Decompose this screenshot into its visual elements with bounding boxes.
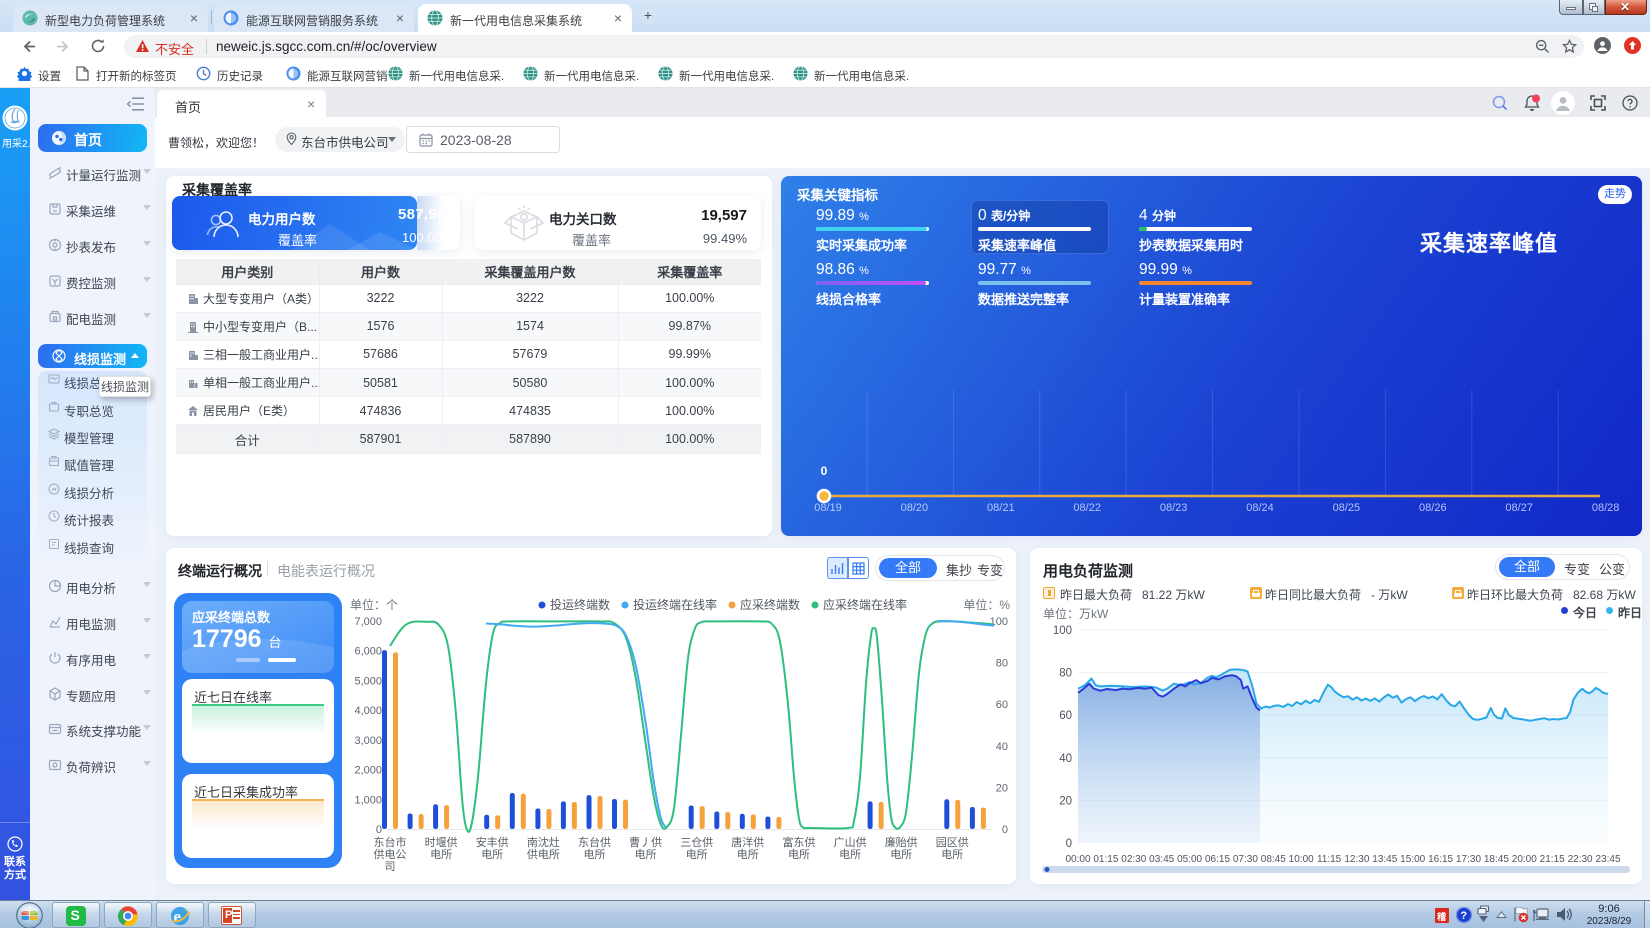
svg-text:08:45: 08:45 bbox=[1261, 854, 1286, 865]
svg-text:11:15: 11:15 bbox=[1317, 854, 1342, 865]
svg-text:电所: 电所 bbox=[788, 848, 810, 861]
svg-text:0: 0 bbox=[821, 464, 828, 478]
svg-text:05:00: 05:00 bbox=[1177, 854, 1202, 865]
svg-text:安丰供: 安丰供 bbox=[476, 835, 509, 849]
svg-text:22:30: 22:30 bbox=[1568, 854, 1593, 865]
svg-text:13:45: 13:45 bbox=[1372, 854, 1397, 865]
svg-text:00:00: 00:00 bbox=[1065, 854, 1090, 865]
svg-text:0: 0 bbox=[1066, 838, 1072, 850]
svg-text:40: 40 bbox=[996, 741, 1008, 753]
svg-text:三仓供: 三仓供 bbox=[680, 835, 713, 849]
svg-text:03:45: 03:45 bbox=[1149, 854, 1174, 865]
svg-text:08/27: 08/27 bbox=[1505, 502, 1533, 514]
svg-text:08/25: 08/25 bbox=[1333, 502, 1361, 514]
svg-text:01:15: 01:15 bbox=[1093, 854, 1118, 865]
svg-text:单位：%: 单位：% bbox=[963, 597, 1010, 612]
svg-text:应采终端数: 应采终端数 bbox=[740, 597, 800, 612]
svg-text:0: 0 bbox=[1002, 824, 1008, 836]
svg-text:08/21: 08/21 bbox=[987, 502, 1015, 514]
svg-text:20: 20 bbox=[1059, 795, 1072, 807]
svg-text:80: 80 bbox=[996, 658, 1008, 670]
svg-text:4,000: 4,000 bbox=[354, 705, 382, 717]
svg-text:投运终端数: 投运终端数 bbox=[550, 597, 610, 612]
svg-text:供电公: 供电公 bbox=[374, 847, 407, 861]
svg-text:23:45: 23:45 bbox=[1595, 854, 1620, 865]
svg-text:21:15: 21:15 bbox=[1540, 854, 1565, 865]
svg-text:电所: 电所 bbox=[430, 848, 452, 861]
svg-text:02:30: 02:30 bbox=[1121, 854, 1146, 865]
svg-text:100: 100 bbox=[1053, 625, 1072, 637]
svg-text:司: 司 bbox=[385, 861, 396, 873]
svg-text:电所: 电所 bbox=[941, 848, 963, 861]
svg-text:40: 40 bbox=[1059, 753, 1072, 765]
svg-text:电所: 电所 bbox=[481, 848, 503, 861]
svg-text:80: 80 bbox=[1059, 668, 1072, 680]
svg-text:18:45: 18:45 bbox=[1484, 854, 1509, 865]
svg-text:东台市: 东台市 bbox=[374, 835, 407, 849]
svg-text:富东供: 富东供 bbox=[783, 835, 816, 849]
svg-text:60: 60 bbox=[1059, 710, 1072, 722]
svg-text:07:30: 07:30 bbox=[1233, 854, 1258, 865]
svg-text:10:00: 10:00 bbox=[1289, 854, 1314, 865]
svg-text:东台供: 东台供 bbox=[578, 835, 611, 849]
svg-text:e: e bbox=[174, 907, 182, 926]
svg-text:电所: 电所 bbox=[839, 848, 861, 861]
svg-text:12:30: 12:30 bbox=[1344, 854, 1369, 865]
svg-text:南沈灶: 南沈灶 bbox=[527, 835, 560, 849]
svg-text:20: 20 bbox=[996, 782, 1008, 794]
svg-text:08/23: 08/23 bbox=[1160, 502, 1188, 514]
svg-text:电所: 电所 bbox=[584, 848, 606, 861]
svg-text:唐洋供: 唐洋供 bbox=[731, 835, 764, 849]
svg-text:园区供: 园区供 bbox=[936, 835, 969, 849]
svg-text:电所: 电所 bbox=[686, 848, 708, 861]
svg-text:曹丿供: 曹丿供 bbox=[629, 835, 662, 849]
svg-text:5,000: 5,000 bbox=[354, 675, 382, 687]
svg-text:7,000: 7,000 bbox=[354, 616, 382, 628]
svg-text:08/24: 08/24 bbox=[1246, 502, 1274, 514]
svg-text:08/20: 08/20 bbox=[901, 502, 929, 514]
svg-text:电所: 电所 bbox=[737, 848, 759, 861]
svg-text:1,000: 1,000 bbox=[354, 794, 382, 806]
svg-text:17:30: 17:30 bbox=[1456, 854, 1481, 865]
svg-text:?: ? bbox=[1460, 910, 1467, 922]
svg-text:08/28: 08/28 bbox=[1592, 502, 1620, 514]
svg-text:广山供: 广山供 bbox=[834, 835, 867, 849]
svg-text:电所: 电所 bbox=[635, 848, 657, 861]
svg-text:08/19: 08/19 bbox=[814, 502, 842, 514]
svg-text:供电所: 供电所 bbox=[527, 847, 560, 861]
svg-text:60: 60 bbox=[996, 699, 1008, 711]
svg-text:廉贻供: 廉贻供 bbox=[885, 835, 918, 849]
svg-text:08/22: 08/22 bbox=[1073, 502, 1101, 514]
svg-text:3,000: 3,000 bbox=[354, 735, 382, 747]
svg-text:16:15: 16:15 bbox=[1428, 854, 1453, 865]
svg-text:0: 0 bbox=[376, 824, 382, 836]
svg-text:投运终端在线率: 投运终端在线率 bbox=[633, 597, 717, 612]
svg-text:08/26: 08/26 bbox=[1419, 502, 1447, 514]
svg-text:应采终端在线率: 应采终端在线率 bbox=[823, 597, 907, 612]
svg-text:2,000: 2,000 bbox=[354, 765, 382, 777]
svg-text:20:00: 20:00 bbox=[1512, 854, 1537, 865]
svg-text:06:15: 06:15 bbox=[1205, 854, 1230, 865]
svg-text:电所: 电所 bbox=[890, 848, 912, 861]
svg-text:6,000: 6,000 bbox=[354, 646, 382, 658]
svg-text:单位：个: 单位：个 bbox=[350, 597, 398, 612]
svg-text:时堰供: 时堰供 bbox=[425, 835, 458, 849]
svg-text:15:00: 15:00 bbox=[1400, 854, 1425, 865]
